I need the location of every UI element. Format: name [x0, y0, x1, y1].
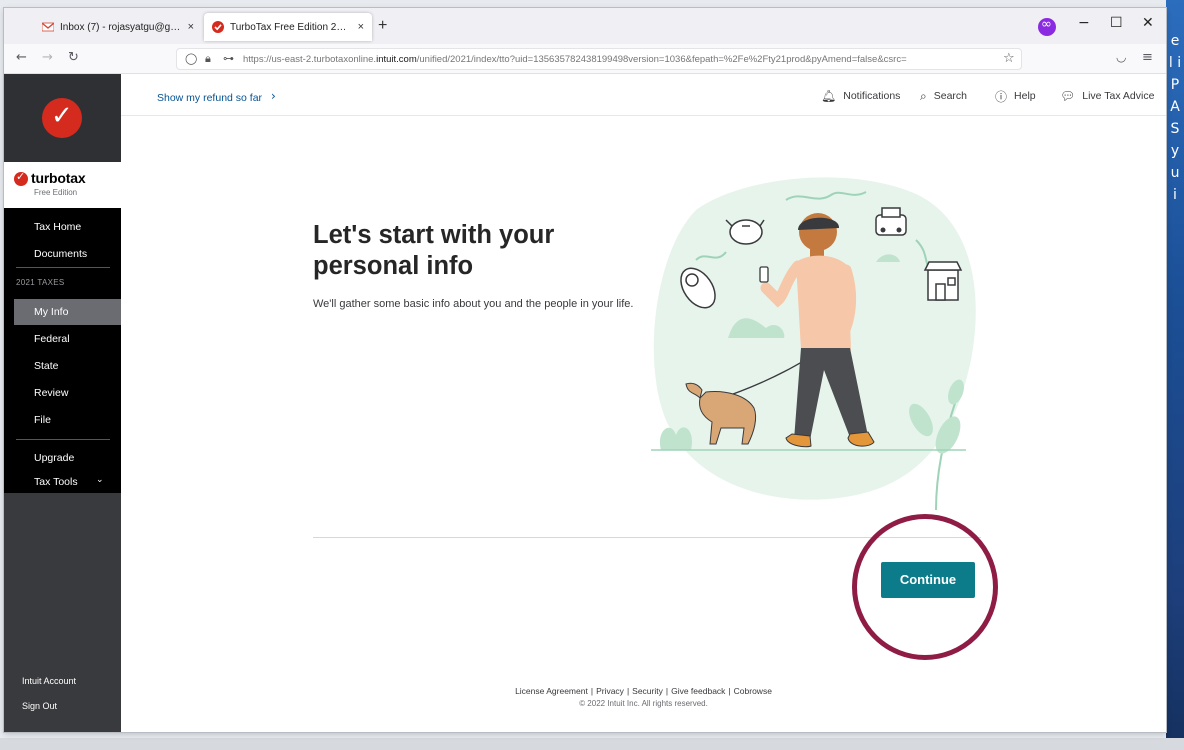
help-button[interactable]: ⓘ Help: [995, 86, 1036, 106]
sidebar-item-tax-tools[interactable]: Tax Tools ⌄: [4, 469, 121, 495]
tab-close-icon[interactable]: ×: [188, 21, 194, 33]
bell-icon: 🔔︎: [821, 89, 837, 103]
browser-window: Inbox (7) - rojasyatgu@gmail.c × TurboTa…: [4, 8, 1166, 732]
extension-icon[interactable]: [1038, 17, 1056, 36]
help-label: Help: [1014, 90, 1036, 102]
new-tab-button[interactable]: +: [378, 17, 387, 35]
copyright-text: © 2022 Intuit Inc. All rights reserved.: [579, 699, 708, 708]
brand-name: turbotax: [31, 170, 86, 186]
help-icon: ⓘ: [995, 89, 1008, 104]
refund-link[interactable]: Show my refund so far: [157, 92, 262, 104]
url-text[interactable]: https://us-east-2.turbotaxonline.intuit.…: [243, 54, 999, 65]
tab-close-icon[interactable]: ×: [358, 21, 364, 33]
footer-separator: |: [728, 686, 731, 696]
annotation-circle: [852, 514, 998, 660]
live-tax-advice-label: Live Tax Advice: [1082, 90, 1155, 102]
sidebar-item-file[interactable]: File: [4, 407, 121, 433]
give-feedback-link[interactable]: Give feedback: [671, 686, 725, 696]
sidebar-item-sign-out[interactable]: Sign Out: [22, 701, 57, 711]
sidebar-item-my-info[interactable]: My Info: [14, 299, 121, 325]
sidebar-divider: [16, 439, 110, 440]
walking-dog-illustration: [651, 177, 976, 510]
maximize-button[interactable]: ☐: [1110, 15, 1123, 31]
turbotax-app: turbotax Free Edition Tax Home Documents…: [4, 74, 1166, 732]
notifications-label: Notifications: [843, 90, 901, 102]
footer-links: License Agreement | Privacy | Security | Give …: [121, 686, 1166, 696]
shield-icon[interactable]: ◯: [185, 52, 197, 65]
chat-bubble-icon: 💬︎: [1060, 89, 1076, 103]
taskbar-edge: [0, 738, 1184, 750]
footer-separator: |: [665, 686, 669, 696]
tab-turbotax[interactable]: TurboTax Free Edition 2021 ×: [204, 13, 372, 41]
main-content: Show my refund so far › 🔔︎ Notifications…: [121, 74, 1166, 732]
cobrowse-link[interactable]: Cobrowse: [734, 686, 772, 696]
back-arrow-icon[interactable]: ←: [16, 50, 27, 65]
tab-title: Inbox (7) - rojasyatgu@gmail.c: [60, 21, 182, 33]
bookmark-star-icon[interactable]: ☆: [1003, 51, 1015, 66]
chevron-down-icon: ⌄: [96, 475, 104, 485]
notifications-button[interactable]: 🔔︎ Notifications: [821, 86, 900, 106]
sidebar-item-tax-home[interactable]: Tax Home: [4, 214, 121, 240]
search-button[interactable]: ⌕ Search: [920, 86, 967, 106]
license-agreement-link[interactable]: License Agreement: [515, 686, 588, 696]
sidebar-item-label: Tax Tools: [34, 476, 78, 488]
top-bar: Show my refund so far › 🔔︎ Notifications…: [121, 74, 1166, 116]
page-title: Let's start with your personal info: [313, 221, 555, 280]
privacy-link[interactable]: Privacy: [596, 686, 624, 696]
minimize-button[interactable]: −: [1078, 15, 1090, 31]
turbotax-icon: [212, 21, 224, 33]
sidebar-item-documents[interactable]: Documents: [4, 241, 121, 267]
close-window-button[interactable]: ✕: [1142, 15, 1154, 31]
key-icon[interactable]: ⊶: [223, 52, 234, 65]
chevron-right-icon[interactable]: ›: [271, 89, 276, 103]
sidebar-logo-area: [4, 74, 121, 162]
menu-icon[interactable]: ≡: [1142, 50, 1153, 65]
brand-edition: Free Edition: [34, 188, 78, 197]
forward-arrow-icon[interactable]: →: [42, 50, 53, 65]
navigation-bar: ← → ↻ ◯ 🔒︎ ⊶ https://us-east-2.turbotaxo…: [4, 44, 1166, 74]
sidebar-item-federal[interactable]: Federal: [4, 326, 121, 352]
tab-title: TurboTax Free Edition 2021: [230, 21, 352, 33]
sidebar: turbotax Free Edition Tax Home Documents…: [4, 74, 121, 732]
search-icon: ⌕: [920, 88, 927, 103]
footer-separator: |: [626, 686, 630, 696]
search-label: Search: [933, 90, 968, 102]
turbotax-check-icon: [14, 170, 28, 186]
address-bar[interactable]: ◯ 🔒︎ ⊶ https://us-east-2.turbotaxonline.…: [176, 48, 1022, 70]
pocket-icon[interactable]: ◡: [1116, 50, 1126, 64]
footer-separator: |: [590, 686, 594, 696]
tab-bar: Inbox (7) - rojasyatgu@gmail.c × TurboTa…: [4, 8, 1166, 44]
brand-box: turbotax Free Edition: [4, 162, 121, 208]
sidebar-item-state[interactable]: State: [4, 353, 121, 379]
live-tax-advice-button[interactable]: 💬︎ Live Tax Advice: [1060, 86, 1154, 106]
tab-gmail[interactable]: Inbox (7) - rojasyatgu@gmail.c ×: [34, 13, 202, 41]
sidebar-nav: Tax Home Documents 2021 TAXES My Info Fe…: [4, 208, 121, 493]
reload-icon[interactable]: ↻: [68, 50, 79, 65]
page-subtitle: We'll gather some basic info about you a…: [313, 298, 634, 310]
lock-icon[interactable]: 🔒︎: [205, 52, 211, 66]
security-link[interactable]: Security: [632, 686, 663, 696]
sidebar-item-review[interactable]: Review: [4, 380, 121, 406]
sidebar-item-intuit-account[interactable]: Intuit Account: [22, 676, 76, 686]
desktop-edge-text: e l i P A S y u i: [1168, 33, 1182, 203]
sidebar-divider: [16, 267, 110, 268]
desktop-edge: e l i P A S y u i: [1166, 0, 1184, 750]
gmail-icon: [42, 22, 54, 32]
sidebar-section-label: 2021 TAXES: [16, 278, 65, 287]
turbotax-logo-icon[interactable]: [42, 98, 82, 138]
